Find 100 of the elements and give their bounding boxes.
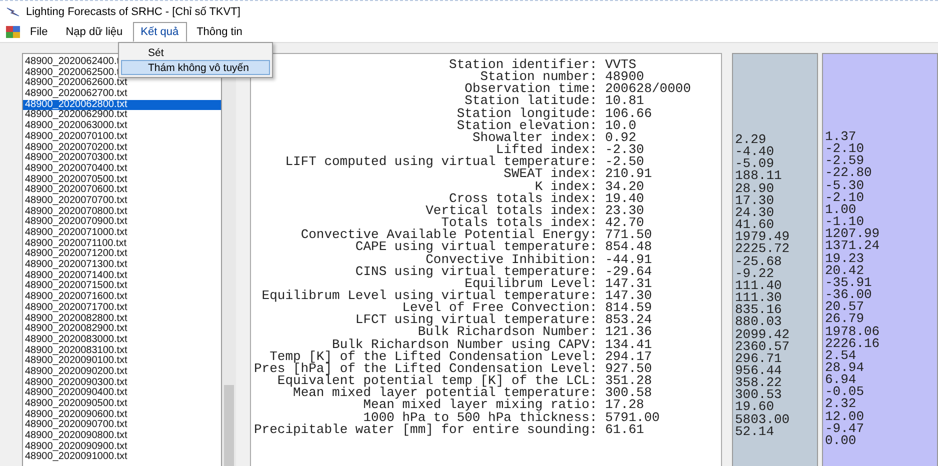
column-value: 19.60: [735, 401, 774, 414]
column-value: 1.00: [825, 204, 856, 216]
result-value: 10.0: [605, 120, 638, 132]
column-value: 2.54: [825, 350, 856, 362]
result-label: Station elevation:: [456, 120, 598, 132]
column-value: 300.53: [735, 389, 783, 402]
list-item[interactable]: 48900_2020090400.txt: [23, 388, 221, 399]
list-item[interactable]: 48900_2020070700.txt: [23, 196, 221, 207]
result-label: Equilibrum Level:: [464, 278, 598, 290]
list-item[interactable]: 48900_2020083000.txt: [23, 334, 221, 346]
app-icon[interactable]: [6, 26, 20, 38]
list-item[interactable]: 48900_2020082900.txt: [23, 324, 221, 335]
result-value: 294.17: [605, 350, 653, 363]
column-value: -22.80: [825, 167, 873, 180]
list-item[interactable]: 48900_2020090500.txt: [23, 399, 221, 410]
list-item[interactable]: 48900_2020070500.txt: [23, 174, 221, 186]
column-value: -0.05: [825, 386, 866, 398]
list-item[interactable]: 48900_2020090800.txt: [23, 431, 221, 442]
column-value: 20.42: [825, 264, 864, 277]
list-item[interactable]: 48900_2020070300.txt: [23, 153, 221, 164]
menu-item[interactable]: File: [22, 22, 56, 42]
column-value: 2226.16: [825, 338, 881, 350]
list-item[interactable]: 48900_2020090700.txt: [23, 420, 221, 432]
column-value: -35.91: [825, 276, 873, 290]
result-value: 121.36: [605, 326, 653, 339]
column-value: -9.47: [825, 422, 866, 435]
result-label: Level of Free Convection:: [402, 302, 598, 314]
list-item[interactable]: 48900_2020071200.txt: [23, 249, 221, 260]
dropdown-item[interactable]: Thám không vô tuyến: [121, 60, 270, 75]
list-item[interactable]: 48900_2020071700.txt: [23, 302, 221, 314]
column-value: 41.60: [735, 219, 774, 232]
list-item[interactable]: 48900_2020090100.txt: [23, 356, 221, 367]
window-title: Lighting Forecasts of SRHC - [Chỉ số TKVT]: [26, 6, 240, 18]
result-value: 10.81: [605, 95, 644, 108]
result-value: -44.91: [605, 254, 653, 266]
list-item[interactable]: 48900_2020062800.txt: [23, 100, 221, 110]
column-value: 358.22: [735, 377, 783, 390]
column-value: 24.30: [735, 206, 776, 220]
list-item[interactable]: 48900_2020071000.txt: [23, 228, 221, 239]
list-item[interactable]: 48900_2020070200.txt: [23, 142, 221, 154]
list-item[interactable]: 48900_2020070100.txt: [23, 132, 221, 142]
column-value: 1.37: [825, 131, 856, 144]
result-label: Temp [K] of the Lifted Condensation Level:: [270, 350, 598, 363]
scrollbar-thumb[interactable]: [224, 385, 234, 466]
column-value: 12.00: [825, 410, 866, 423]
list-item[interactable]: 48900_2020071600.txt: [23, 292, 221, 303]
list-item[interactable]: 48900_2020070400.txt: [23, 164, 221, 175]
list-item[interactable]: 48900_2020063000.txt: [23, 121, 221, 132]
list-item[interactable]: 48900_2020082800.txt: [23, 314, 221, 324]
list-item[interactable]: 48900_2020071500.txt: [23, 281, 221, 292]
result-label: Equivalent potential temp [K] of the LCL:: [277, 375, 598, 388]
column-value: 296.71: [735, 352, 783, 365]
result-value: 106.66: [605, 108, 653, 120]
column-value: -5.30: [825, 180, 866, 192]
column-value: 19.23: [825, 252, 866, 265]
list-item[interactable]: 48900_2020090200.txt: [23, 366, 221, 378]
column-value: 2.29: [735, 134, 766, 146]
column-value: 2099.42: [735, 328, 791, 341]
list-item[interactable]: 48900_2020070800.txt: [23, 206, 221, 218]
list-item[interactable]: 48900_2020071100.txt: [23, 238, 221, 250]
column-value: -9.22: [735, 268, 774, 280]
list-item[interactable]: 48900_2020070900.txt: [23, 217, 221, 228]
result-value: 771.50: [605, 229, 653, 242]
result-label: CINS using virtual temperature:: [355, 266, 598, 278]
column-value: 111.40: [735, 280, 783, 292]
list-item[interactable]: 48900_2020071300.txt: [23, 260, 221, 271]
list-item[interactable]: 48900_2020091000.txt: [23, 452, 221, 464]
list-item[interactable]: 48900_2020062700.txt: [23, 89, 221, 100]
list-item[interactable]: 48900_2020083100.txt: [23, 346, 221, 356]
result-label: Precipitable water [mm] for entire sounding:: [254, 424, 598, 436]
list-item[interactable]: 48900_2020090900.txt: [23, 442, 221, 452]
column-value: 6.94: [825, 374, 856, 386]
list-item[interactable]: 48900_2020090300.txt: [23, 378, 221, 388]
column-value: -5.09: [735, 158, 774, 170]
menu-item[interactable]: Thông tin: [188, 22, 250, 42]
result-value: 19.40: [605, 192, 646, 205]
list-item[interactable]: 48900_2020070600.txt: [23, 185, 221, 196]
result-value: 34.20: [605, 180, 646, 193]
result-value: -29.64: [605, 266, 653, 278]
result-label: LIFT computed using virtual temperature:: [285, 156, 598, 168]
result-value: 147.31: [605, 278, 653, 290]
list-item[interactable]: 48900_2020071400.txt: [23, 270, 221, 282]
result-value: -2.30: [605, 144, 646, 156]
list-item[interactable]: 48900_2020090600.txt: [23, 410, 221, 420]
menu-item[interactable]: Kết quả: [132, 22, 187, 42]
column-value: -25.68: [735, 256, 783, 268]
column-value: 5803.00: [735, 414, 791, 426]
result-label: Pres [hPa] of the Lifted Condensation Level:: [254, 362, 598, 376]
result-value: 48900: [605, 71, 644, 84]
column-value: -2.59: [825, 155, 864, 168]
result-value: 61.61: [605, 424, 646, 436]
column-value: 1371.24: [825, 240, 881, 253]
result-label: Vertical totals index:: [426, 204, 598, 218]
list-item[interactable]: 48900_2020062600.txt: [23, 78, 221, 90]
list-item[interactable]: 48900_2020062900.txt: [23, 110, 221, 122]
menu-item[interactable]: Nạp dữ liệu: [58, 22, 131, 42]
dropdown-item[interactable]: Sét: [121, 45, 270, 60]
column-value: 111.30: [735, 292, 783, 304]
column-value: -2.10: [825, 143, 866, 156]
column-value: 2225.72: [735, 243, 791, 256]
